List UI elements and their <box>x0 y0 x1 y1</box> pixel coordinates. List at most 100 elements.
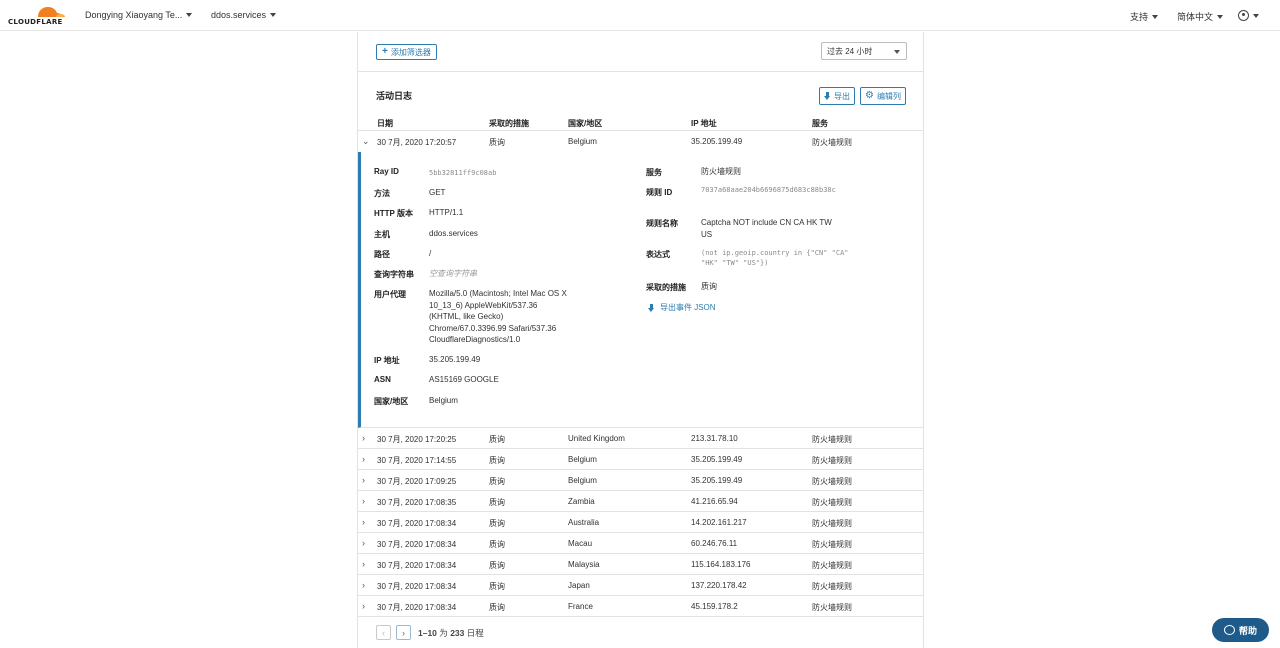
row-country: Zambia <box>568 497 595 506</box>
language-menu[interactable]: 简体中文 <box>1177 10 1224 23</box>
zone-switcher[interactable]: ddos.services <box>211 10 277 20</box>
row-ip: 35.205.199.49 <box>691 455 743 464</box>
chevron-right-icon[interactable]: › <box>362 433 365 443</box>
gear-icon: ⚙ <box>865 90 874 101</box>
chevron-down-icon <box>186 13 193 17</box>
chevron-right-icon[interactable]: › <box>362 475 365 485</box>
row-country: Belgium <box>568 137 597 146</box>
export-button[interactable]: 导出 <box>819 87 855 105</box>
account-switcher[interactable]: Dongying Xiaoyang Te... <box>85 10 193 20</box>
row-service: 防火墙规则 <box>812 519 852 528</box>
account-name: Dongying Xiaoyang Te... <box>85 10 183 20</box>
table-row[interactable]: › 30 7月, 2020 17:08:34 质询 Australia 14.2… <box>358 512 923 533</box>
row-action: 质询 <box>489 456 505 465</box>
detail-key: 查询字符串 <box>374 270 414 279</box>
detail-value-query-string: 空查询字符串 <box>429 269 477 278</box>
row-ip: 137.220.178.42 <box>691 581 747 590</box>
user-menu[interactable] <box>1238 10 1259 21</box>
table-row-expanded[interactable]: ⌄ 30 7月, 2020 17:20:57 质询 Belgium 35.205… <box>358 131 923 152</box>
row-action: 质询 <box>489 435 505 444</box>
row-country: Macau <box>568 539 593 548</box>
detail-value-ip: 35.205.199.49 <box>429 355 481 364</box>
chevron-down-icon <box>894 50 900 54</box>
chevron-down-icon <box>1152 14 1159 19</box>
time-range-select[interactable]: 过去 24 小时 <box>821 42 907 60</box>
cloudflare-logo[interactable]: CLOUDFLARE <box>8 4 70 26</box>
detail-key: 采取的措施 <box>646 283 686 292</box>
table-row[interactable]: › 30 7月, 2020 17:08:34 质询 Japan 137.220.… <box>358 575 923 596</box>
row-date: 30 7月, 2020 17:09:25 <box>377 477 457 486</box>
help-button[interactable]: 帮助 <box>1212 618 1269 642</box>
table-row[interactable]: › 30 7月, 2020 17:20:25 质询 United Kingdom… <box>358 428 923 449</box>
table-row[interactable]: › 30 7月, 2020 17:08:35 质询 Zambia 41.216.… <box>358 491 923 512</box>
row-ip: 60.246.76.11 <box>691 539 738 548</box>
column-header-ip[interactable]: IP 地址 <box>691 118 717 129</box>
detail-value-action: 质询 <box>701 282 717 291</box>
detail-value-ray-id: 5bb32811ff9c08ab <box>429 169 497 177</box>
cloud-icon <box>38 7 65 17</box>
table-row[interactable]: › 30 7月, 2020 17:08:34 质询 Malaysia 115.1… <box>358 554 923 575</box>
chevron-right-icon[interactable]: › <box>362 559 365 569</box>
next-page-button[interactable]: › <box>396 625 411 640</box>
detail-key: 表达式 <box>646 250 670 259</box>
column-header-action[interactable]: 采取的措施 <box>489 118 529 129</box>
row-date: 30 7月, 2020 17:08:34 <box>377 519 457 528</box>
detail-key: 路径 <box>374 250 390 259</box>
detail-key: ASN <box>374 375 391 384</box>
row-service: 防火墙规则 <box>812 456 852 465</box>
row-date: 30 7月, 2020 17:08:34 <box>377 603 457 612</box>
table-row[interactable]: › 30 7月, 2020 17:14:55 质询 Belgium 35.205… <box>358 449 923 470</box>
row-action: 质询 <box>489 561 505 570</box>
detail-key: 主机 <box>374 230 390 239</box>
row-service: 防火墙规则 <box>812 435 852 444</box>
detail-key: 服务 <box>646 168 662 177</box>
row-country: Belgium <box>568 455 597 464</box>
detail-key: Ray ID <box>374 167 399 176</box>
column-header-date[interactable]: 日期 <box>377 118 393 129</box>
chevron-right-icon[interactable]: › <box>362 454 365 464</box>
row-action: 质询 <box>489 498 505 507</box>
row-service: 防火墙规则 <box>812 138 852 147</box>
table-row[interactable]: › 30 7月, 2020 17:08:34 质询 Macau 60.246.7… <box>358 533 923 554</box>
detail-key: HTTP 版本 <box>374 209 413 218</box>
row-country: France <box>568 602 593 611</box>
filter-bar: + 添加筛选器 过去 24 小时 <box>358 32 923 72</box>
table-row[interactable]: › 30 7月, 2020 17:08:34 质询 France 45.159.… <box>358 596 923 617</box>
detail-key: 规则 ID <box>646 188 673 197</box>
detail-value-rule-name: Captcha NOT include CN CA HK TW US <box>701 218 832 239</box>
chevron-right-icon[interactable]: › <box>362 517 365 527</box>
row-date: 30 7月, 2020 17:08:34 <box>377 582 457 591</box>
detail-key: 方法 <box>374 189 390 198</box>
row-action: 质询 <box>489 477 505 486</box>
row-action: 质询 <box>489 540 505 549</box>
add-filter-button[interactable]: + 添加筛选器 <box>376 44 437 60</box>
column-header-service[interactable]: 服务 <box>812 118 828 129</box>
row-date: 30 7月, 2020 17:08:34 <box>377 561 457 570</box>
detail-value-service: 防火墙规则 <box>701 167 741 176</box>
row-ip: 35.205.199.49 <box>691 137 743 146</box>
detail-key: 国家/地区 <box>374 397 409 406</box>
edit-columns-button[interactable]: ⚙ 编辑列 <box>860 87 906 105</box>
prev-page-button[interactable]: ‹ <box>376 625 391 640</box>
page-of: 为 <box>439 627 448 638</box>
row-country: Malaysia <box>568 560 600 569</box>
table-row[interactable]: › 30 7月, 2020 17:09:25 质询 Belgium 35.205… <box>358 470 923 491</box>
page-total: 233 <box>450 627 465 638</box>
chevron-right-icon[interactable]: › <box>362 601 365 611</box>
chevron-right-icon[interactable]: › <box>362 538 365 548</box>
chevron-down-icon[interactable]: ⌄ <box>362 136 370 147</box>
row-date: 30 7月, 2020 17:20:25 <box>377 435 457 444</box>
zone-name: ddos.services <box>211 10 267 20</box>
row-service: 防火墙规则 <box>812 477 852 486</box>
row-date: 30 7月, 2020 17:14:55 <box>377 456 457 465</box>
chevron-right-icon[interactable]: › <box>362 580 365 590</box>
chevron-down-icon <box>1253 13 1259 18</box>
export-event-json-link[interactable]: 导出事件 JSON <box>648 302 716 313</box>
support-menu[interactable]: 支持 <box>1130 10 1159 23</box>
detail-value-user-agent: Mozilla/5.0 (Macintosh; Intel Mac OS X 1… <box>429 289 567 344</box>
activity-log-card: + 添加筛选器 过去 24 小时 活动日志 导出 ⚙ 编辑列 日期 采取的措施 … <box>357 32 924 648</box>
add-filter-label: 添加筛选器 <box>390 47 431 57</box>
chevron-right-icon[interactable]: › <box>362 496 365 506</box>
column-header-country[interactable]: 国家/地区 <box>568 118 602 129</box>
detail-value-country: Belgium <box>429 396 458 405</box>
